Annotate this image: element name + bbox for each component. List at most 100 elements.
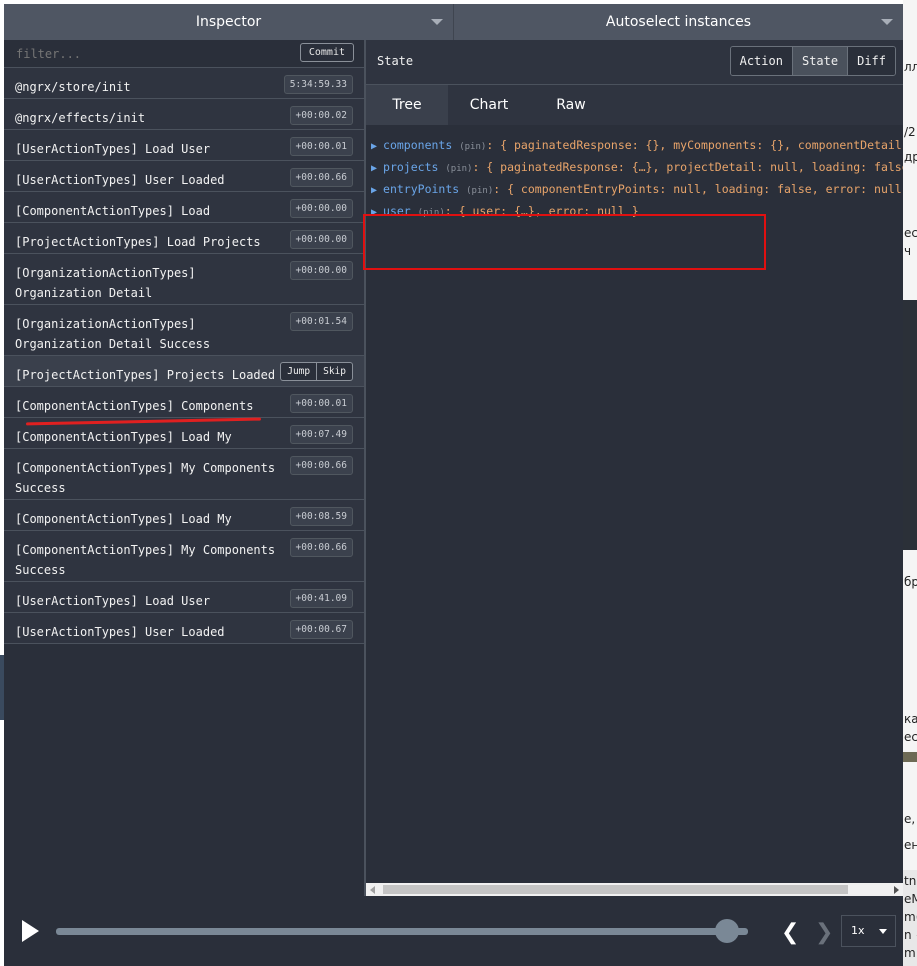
pin-link[interactable]: (pin): [459, 142, 486, 152]
expand-arrow-icon[interactable]: ▶: [371, 141, 377, 152]
action-timestamp: +00:00.02: [289, 106, 353, 125]
speed-value: 1x: [851, 924, 865, 937]
instance-selector[interactable]: Autoselect instances: [453, 4, 903, 40]
horizontal-scrollbar[interactable]: [366, 883, 903, 896]
action-timestamp: +00:00.67: [289, 620, 353, 639]
expand-arrow-icon[interactable]: ▶: [371, 163, 377, 174]
bg-fragment: дре: [904, 150, 917, 164]
filter-bar: Commit: [4, 40, 364, 68]
tab-chart[interactable]: Chart: [448, 85, 530, 125]
tree-node-value: : { paginatedResponse: {…}, projectDetai…: [472, 160, 903, 174]
bg-fragment: n {: [904, 928, 917, 942]
tree-node-key: projects: [383, 160, 439, 174]
mode-switcher: Action State Diff: [729, 46, 896, 76]
action-timestamp: +00:00.01: [289, 137, 353, 156]
tab-tree[interactable]: Tree: [366, 85, 448, 125]
redux-devtools-window: Inspector Autoselect instances Commit @n…: [4, 4, 903, 966]
scroll-left-icon[interactable]: [370, 886, 375, 894]
chevron-left-icon[interactable]: ❮: [781, 922, 799, 944]
background-page: лл /2 дре есі ч бр ка ес е, н ен tn eM m…: [903, 0, 917, 966]
action-name: [ProjectActionTypes] Load Projects: [15, 235, 261, 249]
action-name: [ComponentActionTypes] My Components Suc…: [15, 543, 276, 577]
pin-link[interactable]: (pin): [445, 164, 472, 174]
playback-bar: ❮ ❯ 1x: [4, 896, 903, 966]
action-list: @ngrx/store/init 5:34:59.33 @ngrx/effects/…: [4, 68, 364, 644]
filter-input[interactable]: [14, 44, 298, 64]
action-item[interactable]: [UserActionTypes] Load User +00:41.09: [4, 582, 364, 613]
expand-arrow-icon[interactable]: ▶: [371, 185, 377, 196]
action-item[interactable]: [UserActionTypes] Load User +00:00.01: [4, 130, 364, 161]
background-bar: [903, 752, 917, 762]
action-name: [OrganizationActionTypes] Organization D…: [15, 317, 211, 351]
play-icon[interactable]: [22, 920, 39, 942]
action-name: [ProjectActionTypes] Projects Loaded: [15, 368, 276, 382]
slider-handle[interactable]: [715, 919, 740, 943]
action-name: [UserActionTypes] Load User: [15, 142, 211, 156]
action-timestamp: +00:00.66: [289, 538, 353, 557]
action-item[interactable]: [ComponentActionTypes] Components Succes…: [4, 387, 364, 433]
mode-action-button[interactable]: Action: [730, 47, 792, 75]
action-timestamp: +00:41.09: [289, 589, 353, 608]
mode-diff-button[interactable]: Diff: [847, 47, 895, 75]
action-item[interactable]: [ProjectActionTypes] Load Projects +00:00…: [4, 223, 364, 254]
tree-node-value: : { componentEntryPoints: null, loading:…: [493, 182, 903, 196]
bg-fragment: е, н: [904, 812, 917, 826]
bg-fragment: ес: [904, 730, 917, 744]
chevron-right-icon[interactable]: ❯: [815, 922, 833, 944]
timeline-slider[interactable]: [56, 928, 748, 935]
state-pane: State Action State Diff Tree Chart Raw ▶…: [366, 40, 903, 896]
action-item[interactable]: [ComponentActionTypes] My Components Suc…: [4, 531, 364, 582]
action-list-pane: Commit @ngrx/store/init 5:34:59.33 @ngrx/e…: [4, 40, 366, 896]
bg-fragment: ка: [904, 712, 917, 726]
action-timestamp: +00:00.00: [289, 261, 353, 280]
view-tabs: Tree Chart Raw: [366, 85, 903, 125]
action-item[interactable]: [OrganizationActionTypes] Organization D…: [4, 254, 364, 305]
action-item[interactable]: [UserActionTypes] User Loaded +00:00.67: [4, 613, 364, 644]
monitor-selector-label: Inspector: [195, 14, 262, 30]
action-timestamp: +00:07.49: [289, 425, 353, 444]
action-item[interactable]: @ngrx/store/init 5:34:59.33: [4, 68, 364, 99]
tree-node-value: : { paginatedResponse: {}, myComponents:…: [486, 138, 903, 152]
scrollbar-thumb[interactable]: [383, 885, 848, 894]
action-item[interactable]: [ProjectActionTypes] Projects Loaded Jump…: [4, 356, 364, 387]
caret-down-icon: [879, 929, 887, 934]
state-title: State: [377, 54, 414, 68]
bg-fragment: ен: [904, 838, 917, 852]
instance-selector-label: Autoselect instances: [605, 14, 752, 30]
bg-fragment: лл: [904, 60, 917, 74]
tree-node[interactable]: ▶ projects (pin): { paginatedResponse: {……: [371, 160, 903, 174]
red-box-annotation: [363, 214, 766, 270]
action-name: @ngrx/store/init: [15, 80, 131, 94]
commit-button[interactable]: Commit: [299, 43, 354, 62]
action-item[interactable]: [UserActionTypes] User Loaded +00:00.66: [4, 161, 364, 192]
chevron-down-icon: [431, 19, 443, 25]
state-header: State Action State Diff: [366, 40, 903, 85]
chevron-down-icon: [881, 19, 893, 25]
scroll-right-icon[interactable]: [894, 886, 899, 894]
action-timestamp: +00:00.66: [289, 168, 353, 187]
skip-button[interactable]: Skip: [317, 362, 353, 381]
tree-node-key: entryPoints: [383, 182, 460, 196]
bg-fragment: m: [904, 946, 916, 960]
action-timestamp: +00:01.54: [289, 312, 353, 331]
bg-fragment: eM: [904, 892, 917, 906]
action-item[interactable]: [OrganizationActionTypes] Organization D…: [4, 305, 364, 356]
action-item[interactable]: [ComponentActionTypes] Load Components+0…: [4, 192, 364, 238]
action-item[interactable]: [ComponentActionTypes] Load My Component…: [4, 500, 364, 546]
monitor-selector[interactable]: Inspector: [4, 4, 453, 40]
action-item[interactable]: [ComponentActionTypes] My Components Suc…: [4, 449, 364, 500]
tab-raw[interactable]: Raw: [530, 85, 612, 125]
mode-state-button[interactable]: State: [791, 47, 848, 75]
tree-node[interactable]: ▶ components (pin): { paginatedResponse: …: [371, 138, 903, 152]
speed-select[interactable]: 1x: [841, 915, 896, 947]
bg-fragment: tn: [904, 874, 917, 888]
action-timestamp: +00:00.00: [289, 230, 353, 249]
action-item[interactable]: @ngrx/effects/init +00:00.02: [4, 99, 364, 130]
jump-button[interactable]: Jump: [280, 362, 318, 381]
bg-fragment: ч: [904, 244, 912, 258]
action-timestamp: +00:00.66: [289, 456, 353, 475]
pin-link[interactable]: (pin): [466, 186, 493, 196]
action-name: [UserActionTypes] Load User: [15, 594, 211, 608]
tree-node[interactable]: ▶ entryPoints (pin): { componentEntryPoin…: [371, 182, 903, 196]
action-name: [UserActionTypes] User Loaded: [15, 625, 225, 639]
